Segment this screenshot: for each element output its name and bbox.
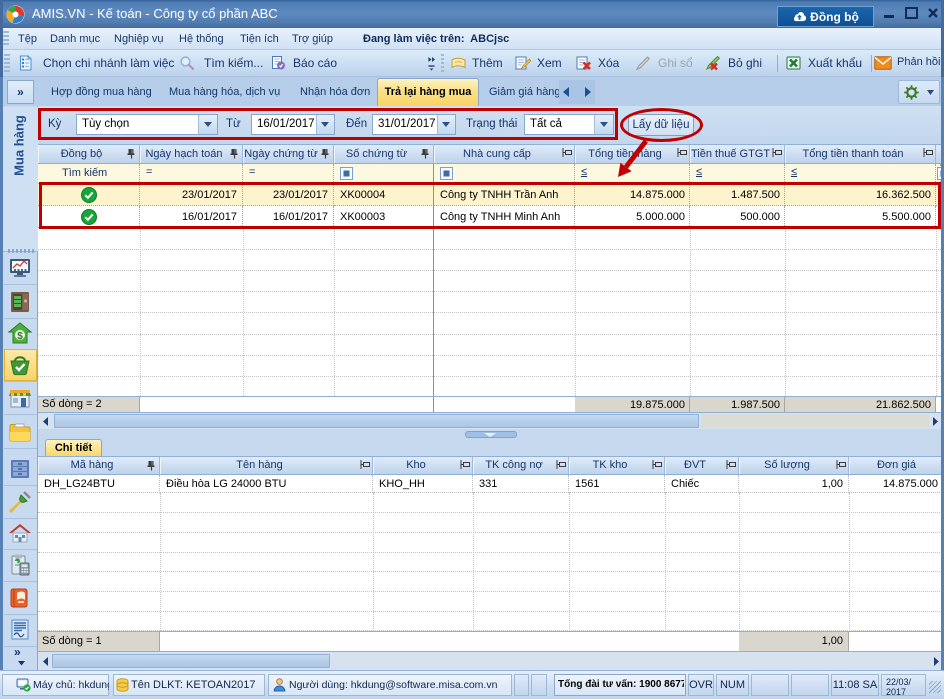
svg-text:$: $: [17, 331, 23, 342]
